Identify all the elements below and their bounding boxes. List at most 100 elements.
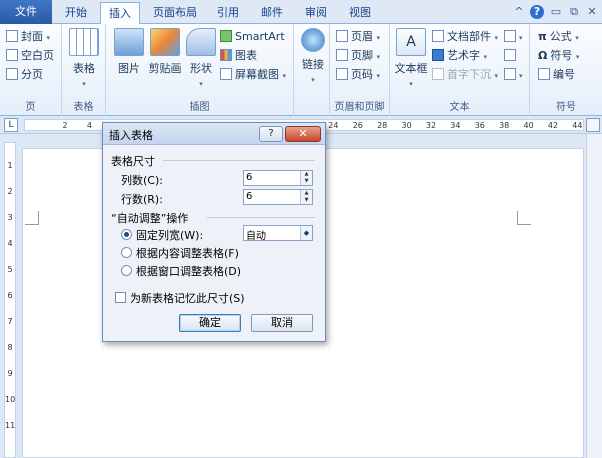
footer-button[interactable]: 页脚 ▾ <box>336 47 380 65</box>
remember-size-label[interactable]: 为新表格记忆此尺寸(S) <box>130 290 245 306</box>
tab-references[interactable]: 引用 <box>210 2 246 24</box>
ruler-tick-label: 26 <box>352 121 363 130</box>
date-time-button[interactable] <box>504 47 519 65</box>
tab-home[interactable]: 开始 <box>56 2 96 24</box>
autofit-section-label: “自动调整”操作 <box>111 212 189 225</box>
numbering-button[interactable]: 编号 <box>538 66 575 84</box>
tab-stop-selector[interactable]: L <box>4 118 18 132</box>
smartart-icon <box>220 30 232 42</box>
fixed-width-label[interactable]: 固定列宽(W): <box>136 227 203 243</box>
wordart-icon <box>432 49 444 61</box>
pages-group-label: 页 <box>25 102 36 113</box>
illustrations-group: 图片 剪贴画 形状 ▾ SmartArt 图表 屏幕截图 ▾ 插图 <box>106 24 294 116</box>
page-number-button[interactable]: 页码 ▾ <box>336 66 380 84</box>
vertical-ruler[interactable]: 1 2 3 4 5 6 7 8 9 10 11 <box>4 142 16 458</box>
fixed-width-combo[interactable]: 自动 ◆ <box>243 225 313 242</box>
rows-spinner[interactable]: 6 ▲ ▼ <box>243 189 313 205</box>
tab-file[interactable]: 文件 <box>0 0 52 24</box>
autofit-contents-label[interactable]: 根据内容调整表格(F) <box>136 245 239 261</box>
table-button[interactable]: 表格 ▾ <box>65 28 103 89</box>
symbol-button[interactable]: Ω 符号 ▾ <box>538 47 579 65</box>
ok-button[interactable]: 确定 <box>179 314 241 332</box>
vertical-ruler-tick-label: 1 <box>7 161 13 170</box>
vertical-ruler-tick-label: 3 <box>7 213 13 222</box>
ruler-tick-label: 32 <box>425 121 437 130</box>
table-size-section-label: 表格尺寸 <box>111 155 155 168</box>
vertical-ruler-tick-label: 11 <box>5 421 16 430</box>
smartart-button[interactable]: SmartArt <box>220 28 285 46</box>
dialog-title-bar[interactable]: 插入表格 ? ✕ <box>103 123 325 145</box>
cover-page-button[interactable]: 封面 ▾ <box>6 28 50 46</box>
object-button[interactable]: ▾ <box>504 66 523 84</box>
links-button[interactable]: 链接 ▾ <box>294 28 332 85</box>
fixed-width-radio[interactable] <box>121 229 132 240</box>
remember-size-checkbox[interactable] <box>115 292 126 303</box>
ribbon: 封面 ▾ 空白页 分页 页 表格 ▾ 表格 图片 剪贴画 形状 ▾ SmartArt… <box>0 24 602 116</box>
autofit-window-radio[interactable] <box>121 265 132 276</box>
page-break-icon <box>6 68 18 80</box>
dialog-close-button[interactable]: ✕ <box>285 126 321 142</box>
close-icon[interactable]: ✕ <box>585 5 599 19</box>
rows-spin-arrows-icon[interactable]: ▲ ▼ <box>300 190 312 204</box>
pi-icon: π <box>538 30 547 43</box>
columns-spin-arrows-icon[interactable]: ▲ ▼ <box>300 171 312 185</box>
ruler-tick-label: 44 <box>572 121 583 130</box>
ruler-tick-label: 24 <box>328 121 339 130</box>
columns-spinner[interactable]: 6 ▲ ▼ <box>243 170 313 186</box>
footer-icon <box>336 49 348 61</box>
spin-arrows-icon[interactable]: ◆ <box>300 226 312 240</box>
help-icon[interactable]: ? <box>530 5 544 19</box>
clip-art-icon <box>150 28 180 56</box>
equation-button[interactable]: π 公式 ▾ <box>538 28 579 46</box>
shapes-icon <box>186 28 216 56</box>
collapse-ribbon-icon[interactable]: ^ <box>512 5 526 19</box>
header-footer-group: 页眉 ▾ 页脚 ▾ 页码 ▾ 页眉和页脚 <box>330 24 390 116</box>
restore-icon[interactable]: ⧉ <box>567 5 581 19</box>
tab-view[interactable]: 视图 <box>342 2 378 24</box>
page-number-icon <box>336 68 348 80</box>
links-group: 链接 ▾ <box>294 24 330 116</box>
minimize-icon[interactable]: ▭ <box>549 5 563 19</box>
tab-review[interactable]: 审阅 <box>298 2 334 24</box>
page-break-button[interactable]: 分页 <box>6 66 43 84</box>
vertical-scrollbar[interactable] <box>586 134 602 458</box>
dialog-help-button[interactable]: ? <box>259 126 283 142</box>
autofit-window-label[interactable]: 根据窗口调整表格(D) <box>136 263 241 279</box>
quick-parts-button[interactable]: 文档部件 ▾ <box>432 28 498 46</box>
vertical-ruler-tick-label: 9 <box>7 369 13 378</box>
section-divider <box>207 217 315 218</box>
picture-button[interactable]: 图片 <box>110 28 148 76</box>
chart-button[interactable]: 图表 <box>220 47 257 65</box>
text-box-button[interactable]: A 文本框 ▾ <box>392 28 430 89</box>
view-ruler-icon[interactable] <box>586 118 600 132</box>
text-group: A 文本框 ▾ 文档部件 ▾ 艺术字 ▾ 首字下沉 ▾ ▾ ▾ 文本 <box>390 24 530 116</box>
signature-line-button[interactable]: ▾ <box>504 28 523 46</box>
blank-page-icon <box>6 49 18 61</box>
screenshot-icon <box>220 68 232 80</box>
table-icon <box>69 28 99 56</box>
drop-cap-button[interactable]: 首字下沉 ▾ <box>432 66 498 84</box>
shapes-button[interactable]: 形状 ▾ <box>182 28 220 89</box>
tab-insert[interactable]: 插入 <box>100 2 140 24</box>
vertical-ruler-tick-label: 5 <box>7 265 13 274</box>
omega-icon: Ω <box>538 49 548 62</box>
dialog-title: 插入表格 <box>109 129 153 142</box>
blank-page-button[interactable]: 空白页 <box>6 47 54 65</box>
tab-mailings[interactable]: 邮件 <box>254 2 290 24</box>
header-footer-group-label: 页眉和页脚 <box>334 102 385 113</box>
vertical-ruler-tick-label: 4 <box>7 239 13 248</box>
tab-page-layout[interactable]: 页面布局 <box>146 2 204 24</box>
cancel-button[interactable]: 取消 <box>251 314 313 332</box>
cover-page-icon <box>6 30 18 42</box>
header-button[interactable]: 页眉 ▾ <box>336 28 380 46</box>
symbols-group: π 公式 ▾ Ω 符号 ▾ 编号 符号 <box>530 24 602 116</box>
clip-art-button[interactable]: 剪贴画 <box>146 28 184 76</box>
columns-label: 列数(C): <box>121 174 163 187</box>
pages-group: 封面 ▾ 空白页 分页 页 <box>0 24 62 116</box>
screenshot-button[interactable]: 屏幕截图 ▾ <box>220 66 286 84</box>
autofit-contents-radio[interactable] <box>121 247 132 258</box>
vertical-ruler-tick-label: 2 <box>7 187 13 196</box>
vertical-ruler-tick-label: 7 <box>7 317 13 326</box>
quick-parts-icon <box>432 30 444 42</box>
wordart-button[interactable]: 艺术字 ▾ <box>432 47 487 65</box>
